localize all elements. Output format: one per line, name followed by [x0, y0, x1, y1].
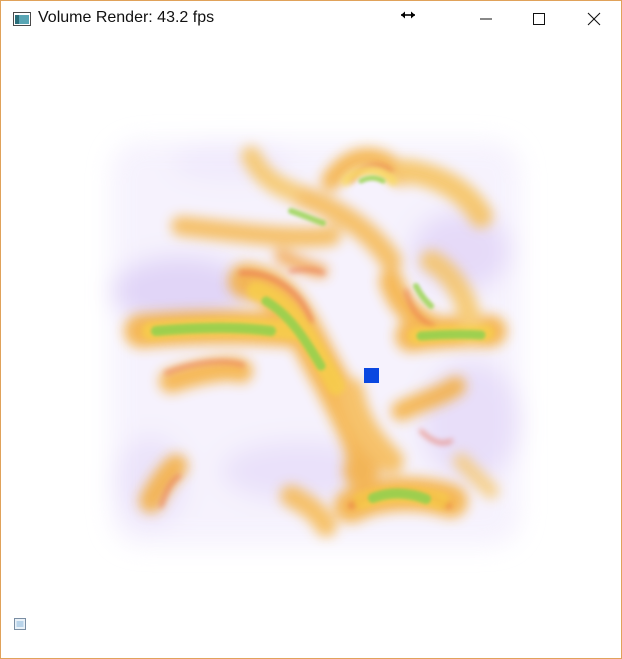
close-button[interactable] [571, 1, 617, 37]
app-window-icon [13, 12, 31, 26]
maximize-icon [533, 13, 545, 25]
minimize-icon [480, 18, 492, 20]
maximize-button[interactable] [516, 1, 562, 37]
probe-marker[interactable] [364, 368, 379, 383]
title-bar[interactable]: Volume Render: 43.2 fps [1, 1, 621, 37]
app-window: Volume Render: 43.2 fps [0, 0, 622, 659]
small-window-icon [14, 618, 26, 630]
horizontal-resize-icon [401, 11, 415, 19]
minimize-button[interactable] [463, 1, 509, 37]
close-icon [587, 12, 601, 26]
volume-render-canvas[interactable] [1, 37, 621, 658]
window-title: Volume Render: 43.2 fps [38, 9, 215, 26]
